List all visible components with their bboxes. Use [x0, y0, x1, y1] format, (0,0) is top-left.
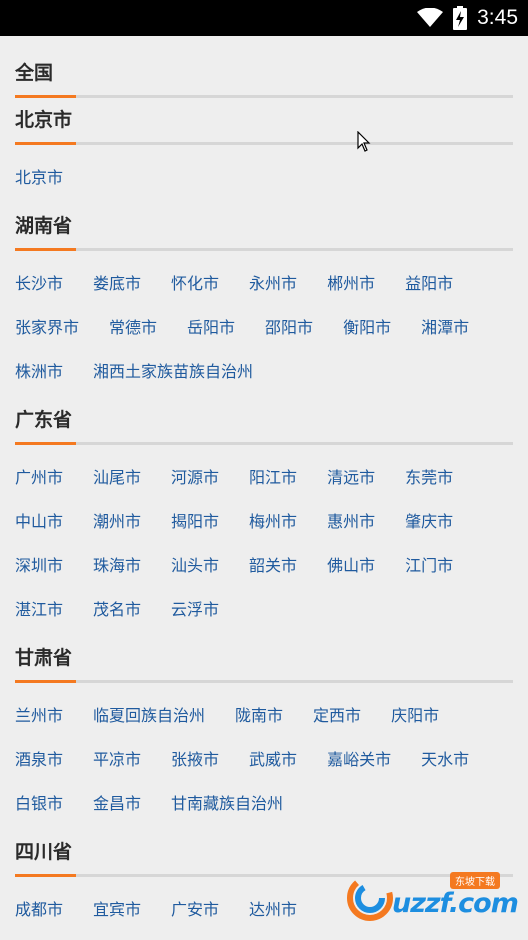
section-nationwide: 全国 — [0, 62, 528, 98]
city-item[interactable]: 阳江市 — [249, 456, 297, 500]
city-item[interactable]: 江门市 — [405, 544, 453, 588]
status-time: 3:45 — [477, 6, 518, 29]
section-divider — [15, 680, 513, 683]
city-item[interactable]: 张掖市 — [171, 738, 219, 782]
city-item[interactable]: 湘潭市 — [421, 306, 469, 350]
city-item[interactable]: 茂名市 — [93, 588, 141, 632]
section-guangdong: 广东省 广州市 汕尾市 河源市 阳江市 清远市 东莞市 中山市 潮州市 揭阳市 … — [0, 409, 528, 632]
city-item[interactable]: 肇庆市 — [405, 500, 453, 544]
city-item[interactable]: 惠州市 — [327, 500, 375, 544]
section-title[interactable]: 甘肃省 — [15, 647, 513, 669]
city-item[interactable]: 广安市 — [171, 888, 219, 932]
city-item[interactable]: 珠海市 — [93, 544, 141, 588]
section-divider — [15, 142, 513, 145]
section-title[interactable]: 四川省 — [15, 841, 513, 863]
city-item[interactable]: 武威市 — [249, 738, 297, 782]
city-item[interactable]: 广州市 — [15, 456, 63, 500]
city-item[interactable]: 湛江市 — [15, 588, 63, 632]
city-item[interactable]: 天水市 — [421, 738, 469, 782]
city-item[interactable]: 株洲市 — [15, 350, 63, 394]
city-item[interactable]: 潮州市 — [93, 500, 141, 544]
city-item[interactable]: 深圳市 — [15, 544, 63, 588]
city-item[interactable]: 岳阳市 — [187, 306, 235, 350]
city-item[interactable]: 娄底市 — [93, 262, 141, 306]
city-item[interactable]: 常德市 — [109, 306, 157, 350]
section-divider — [15, 248, 513, 251]
city-item[interactable]: 永州市 — [249, 262, 297, 306]
city-item[interactable]: 怀化市 — [171, 262, 219, 306]
city-item[interactable]: 佛山市 — [327, 544, 375, 588]
city-item[interactable]: 达州市 — [249, 888, 297, 932]
city-item[interactable]: 庆阳市 — [391, 694, 439, 738]
city-item[interactable]: 平凉市 — [93, 738, 141, 782]
city-item[interactable]: 汕头市 — [171, 544, 219, 588]
city-item[interactable]: 清远市 — [327, 456, 375, 500]
watermark-tag: 东坡下载 — [450, 872, 500, 889]
city-item[interactable]: 郴州市 — [327, 262, 375, 306]
section-divider — [15, 95, 513, 98]
watermark-text: uzzf.com — [392, 888, 519, 919]
section-divider — [15, 442, 513, 445]
city-item[interactable]: 临夏回族自治州 — [93, 694, 205, 738]
city-item[interactable]: 成都市 — [15, 888, 63, 932]
city-item[interactable]: 陇南市 — [235, 694, 283, 738]
city-item[interactable]: 长沙市 — [15, 262, 63, 306]
battery-charging-icon — [453, 6, 468, 30]
city-item[interactable]: 湘西土家族苗族自治州 — [93, 350, 253, 394]
city-item[interactable]: 酒泉市 — [15, 738, 63, 782]
section-title[interactable]: 湖南省 — [15, 215, 513, 237]
city-item[interactable]: 兰州市 — [15, 694, 63, 738]
section-gansu: 甘肃省 兰州市 临夏回族自治州 陇南市 定西市 庆阳市 酒泉市 平凉市 张掖市 … — [0, 647, 528, 826]
city-item[interactable]: 揭阳市 — [171, 500, 219, 544]
region-list[interactable]: 全国 北京市 北京市 湖南省 长沙市 娄底市 怀化市 永州市 郴州市 益阳市 张… — [0, 36, 528, 940]
city-item[interactable]: 河源市 — [171, 456, 219, 500]
city-item[interactable]: 白银市 — [15, 782, 63, 826]
section-title[interactable]: 全国 — [15, 62, 513, 84]
section-title[interactable]: 广东省 — [15, 409, 513, 431]
watermark-logo: 东坡下载 uzzf.com — [342, 866, 522, 926]
city-item[interactable]: 益阳市 — [405, 262, 453, 306]
wifi-icon — [417, 8, 444, 27]
section-hunan: 湖南省 长沙市 娄底市 怀化市 永州市 郴州市 益阳市 张家界市 常德市 岳阳市… — [0, 215, 528, 394]
city-item[interactable]: 张家界市 — [15, 306, 79, 350]
city-item[interactable]: 甘南藏族自治州 — [171, 782, 283, 826]
status-bar: 3:45 — [0, 0, 528, 36]
city-item[interactable]: 邵阳市 — [265, 306, 313, 350]
city-item[interactable]: 梅州市 — [249, 500, 297, 544]
section-beijing: 北京市 北京市 — [0, 109, 528, 200]
city-item[interactable]: 衡阳市 — [343, 306, 391, 350]
city-item[interactable]: 汕尾市 — [93, 456, 141, 500]
section-title[interactable]: 北京市 — [15, 109, 513, 131]
city-item[interactable]: 东莞市 — [405, 456, 453, 500]
city-item[interactable]: 金昌市 — [93, 782, 141, 826]
city-item[interactable]: 韶关市 — [249, 544, 297, 588]
city-item[interactable]: 北京市 — [15, 156, 63, 200]
city-list: 广州市 汕尾市 河源市 阳江市 清远市 东莞市 中山市 潮州市 揭阳市 梅州市 … — [15, 456, 513, 632]
city-item[interactable]: 定西市 — [313, 694, 361, 738]
city-list: 北京市 — [15, 156, 513, 200]
city-item[interactable]: 云浮市 — [171, 588, 219, 632]
mouse-cursor-icon — [357, 131, 371, 152]
city-list: 兰州市 临夏回族自治州 陇南市 定西市 庆阳市 酒泉市 平凉市 张掖市 武威市 … — [15, 694, 513, 826]
city-list: 长沙市 娄底市 怀化市 永州市 郴州市 益阳市 张家界市 常德市 岳阳市 邵阳市… — [15, 262, 513, 394]
city-item[interactable]: 中山市 — [15, 500, 63, 544]
city-item[interactable]: 嘉峪关市 — [327, 738, 391, 782]
city-item[interactable]: 宜宾市 — [93, 888, 141, 932]
